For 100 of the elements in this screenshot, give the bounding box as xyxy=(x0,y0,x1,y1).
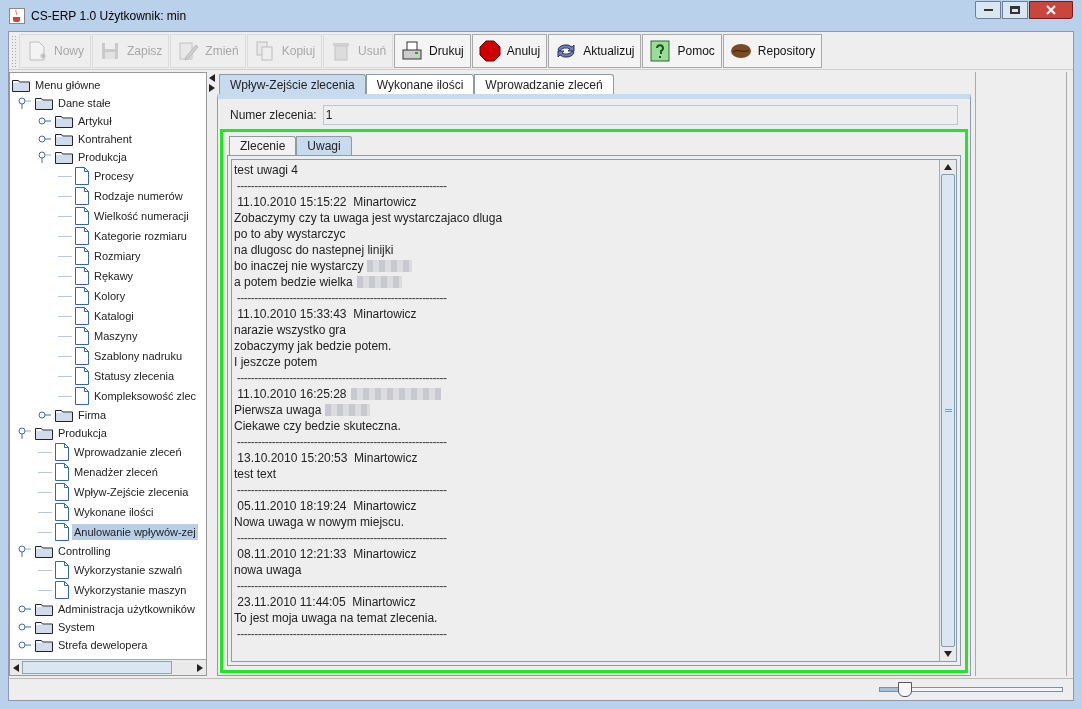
folder-icon xyxy=(35,426,53,440)
tree-item[interactable]: System xyxy=(56,618,97,636)
tab[interactable]: Wprowadzanie zleceń xyxy=(474,74,614,94)
document-icon xyxy=(75,267,89,285)
new-document-icon xyxy=(26,39,48,62)
collapsed-handle-icon[interactable] xyxy=(18,621,32,633)
tree-item[interactable]: Kompleksowość zlec xyxy=(92,387,199,405)
tree-item[interactable]: Rękawy xyxy=(92,267,136,285)
close-button[interactable] xyxy=(1029,1,1073,19)
document-icon xyxy=(75,247,89,265)
folder-icon xyxy=(35,96,53,110)
tree-item[interactable]: Wprowadzanie zleceń xyxy=(72,443,184,461)
stop-sign-icon xyxy=(478,39,501,62)
horizontal-scrollbar[interactable] xyxy=(10,659,206,675)
expanded-handle-icon[interactable] xyxy=(38,151,52,163)
expanded-handle-icon[interactable] xyxy=(18,545,32,557)
document-icon xyxy=(75,227,89,245)
collapsed-handle-icon[interactable] xyxy=(38,115,52,127)
redacted-block xyxy=(367,260,413,272)
pencil-icon xyxy=(177,39,200,62)
maximize-button[interactable] xyxy=(1002,1,1028,19)
expanded-handle-icon[interactable] xyxy=(18,427,32,439)
toolbar-button[interactable]: Aktualizuj xyxy=(548,33,642,68)
scroll-up-arrow[interactable] xyxy=(944,164,952,170)
scroll-right-arrow[interactable] xyxy=(197,663,203,672)
scroll-down-arrow[interactable] xyxy=(944,651,952,657)
toolbar-button[interactable]: Repository xyxy=(722,33,823,68)
field-label: Numer zlecenia: xyxy=(230,107,317,124)
tree-item[interactable]: Firma xyxy=(76,406,109,424)
document-icon xyxy=(75,287,89,305)
tree-item[interactable]: Artykuł xyxy=(76,112,114,130)
separator-line: ------------------------------------------------------------ xyxy=(235,578,447,594)
tree-item[interactable]: Rodzaje numerów xyxy=(92,187,185,205)
zoom-slider[interactable] xyxy=(879,681,1063,698)
note-text: a potem bedzie wielka xyxy=(234,274,353,290)
tree-item[interactable]: Procesy xyxy=(92,167,136,185)
tab[interactable]: Wpływ-Zejście zlecenia xyxy=(219,74,366,94)
document-icon xyxy=(75,367,89,385)
document-icon xyxy=(75,167,89,185)
tree-item[interactable]: Kontrahent xyxy=(76,130,134,148)
collapsed-handle-icon[interactable] xyxy=(38,409,52,421)
tree-item[interactable]: Menadżer zleceń xyxy=(72,463,160,481)
tree-item[interactable]: Wielkość numeracji xyxy=(92,207,191,225)
tree-item[interactable]: Controlling xyxy=(56,542,113,560)
tree-item[interactable]: Strefa dewelopera xyxy=(56,636,150,654)
folder-icon xyxy=(55,150,73,164)
tree-item[interactable]: Produkcja xyxy=(76,148,129,166)
note-text: nowa uwaga xyxy=(234,562,302,578)
toolbar-button[interactable]: Drukuj xyxy=(394,33,471,68)
tree-item[interactable]: Kategorie rozmiaru xyxy=(92,227,189,245)
note-text: narazie wszystko gra xyxy=(234,322,347,338)
help-icon xyxy=(649,39,672,62)
tab[interactable]: Zlecenie xyxy=(229,136,297,155)
collapsed-handle-icon[interactable] xyxy=(38,133,52,145)
note-text: test uwagi 4 xyxy=(234,162,299,178)
toolbar-button[interactable]: Anuluj xyxy=(471,33,548,68)
note-text: I jeszcze potem xyxy=(234,354,318,370)
tree-item[interactable]: Anulowanie wpływów-zej xyxy=(72,523,198,541)
scroll-left-arrow[interactable] xyxy=(13,663,19,672)
tree-item[interactable]: Rozmiary xyxy=(92,247,143,265)
collapsed-handle-icon[interactable] xyxy=(18,639,32,651)
collapse-left-arrow[interactable] xyxy=(209,74,215,82)
note-text: na dlugosc do nastepnej linijki xyxy=(234,242,394,258)
tree-item[interactable]: Kolory xyxy=(92,287,128,305)
document-icon xyxy=(55,443,69,461)
tree-item[interactable]: Wykorzystanie szwalń xyxy=(72,561,185,579)
note-text: Ciekawe czy bedzie skuteczna. xyxy=(234,418,401,434)
minimize-button[interactable] xyxy=(975,1,1001,19)
tree-item[interactable]: Wykorzystanie maszyn xyxy=(72,581,189,599)
tree-item[interactable]: Wpływ-Zejście zlecenia xyxy=(72,483,191,501)
folder-icon xyxy=(35,602,53,616)
vertical-scrollbar[interactable] xyxy=(939,160,956,661)
tab[interactable]: Wykonane ilości xyxy=(365,74,475,94)
slider-thumb[interactable] xyxy=(897,681,912,697)
tree-item[interactable]: Menu główne xyxy=(33,76,103,94)
tree-item[interactable]: Maszyny xyxy=(92,327,140,345)
tab[interactable]: Uwagi xyxy=(296,136,352,155)
java-cup-icon xyxy=(9,8,25,24)
expanded-handle-icon[interactable] xyxy=(18,97,32,109)
tree-item[interactable]: Szablony nadruku xyxy=(92,347,185,365)
note-text: po to aby wystarczyc xyxy=(234,226,346,242)
tree-item[interactable]: Wykonane ilości xyxy=(72,503,156,521)
tree-item[interactable]: Statusy zlecenia xyxy=(92,367,177,385)
tree-item[interactable]: Produkcja xyxy=(56,424,109,442)
collapse-right-arrow[interactable] xyxy=(209,84,215,92)
folder-icon xyxy=(12,78,30,92)
toolbar-button[interactable]: Pomoc xyxy=(642,33,722,68)
folder-icon xyxy=(35,638,53,652)
tree-item[interactable]: Katalogi xyxy=(92,307,136,325)
document-icon xyxy=(55,561,69,579)
separator-line: ------------------------------------------------------------ xyxy=(235,290,447,306)
tree-item[interactable]: Administracja użytkowników xyxy=(56,600,197,618)
printer-icon xyxy=(401,39,424,62)
collapsed-handle-icon[interactable] xyxy=(18,603,32,615)
order-number-field[interactable]: 1 xyxy=(322,105,958,125)
separator-line: ------------------------------------------------------------ xyxy=(235,530,447,546)
note-text: Pierwsza uwaga xyxy=(234,402,322,418)
separator-line: ------------------------------------------------------------ xyxy=(235,434,447,450)
tree-item[interactable]: Dane stałe xyxy=(56,94,113,112)
redacted-block xyxy=(356,276,402,288)
